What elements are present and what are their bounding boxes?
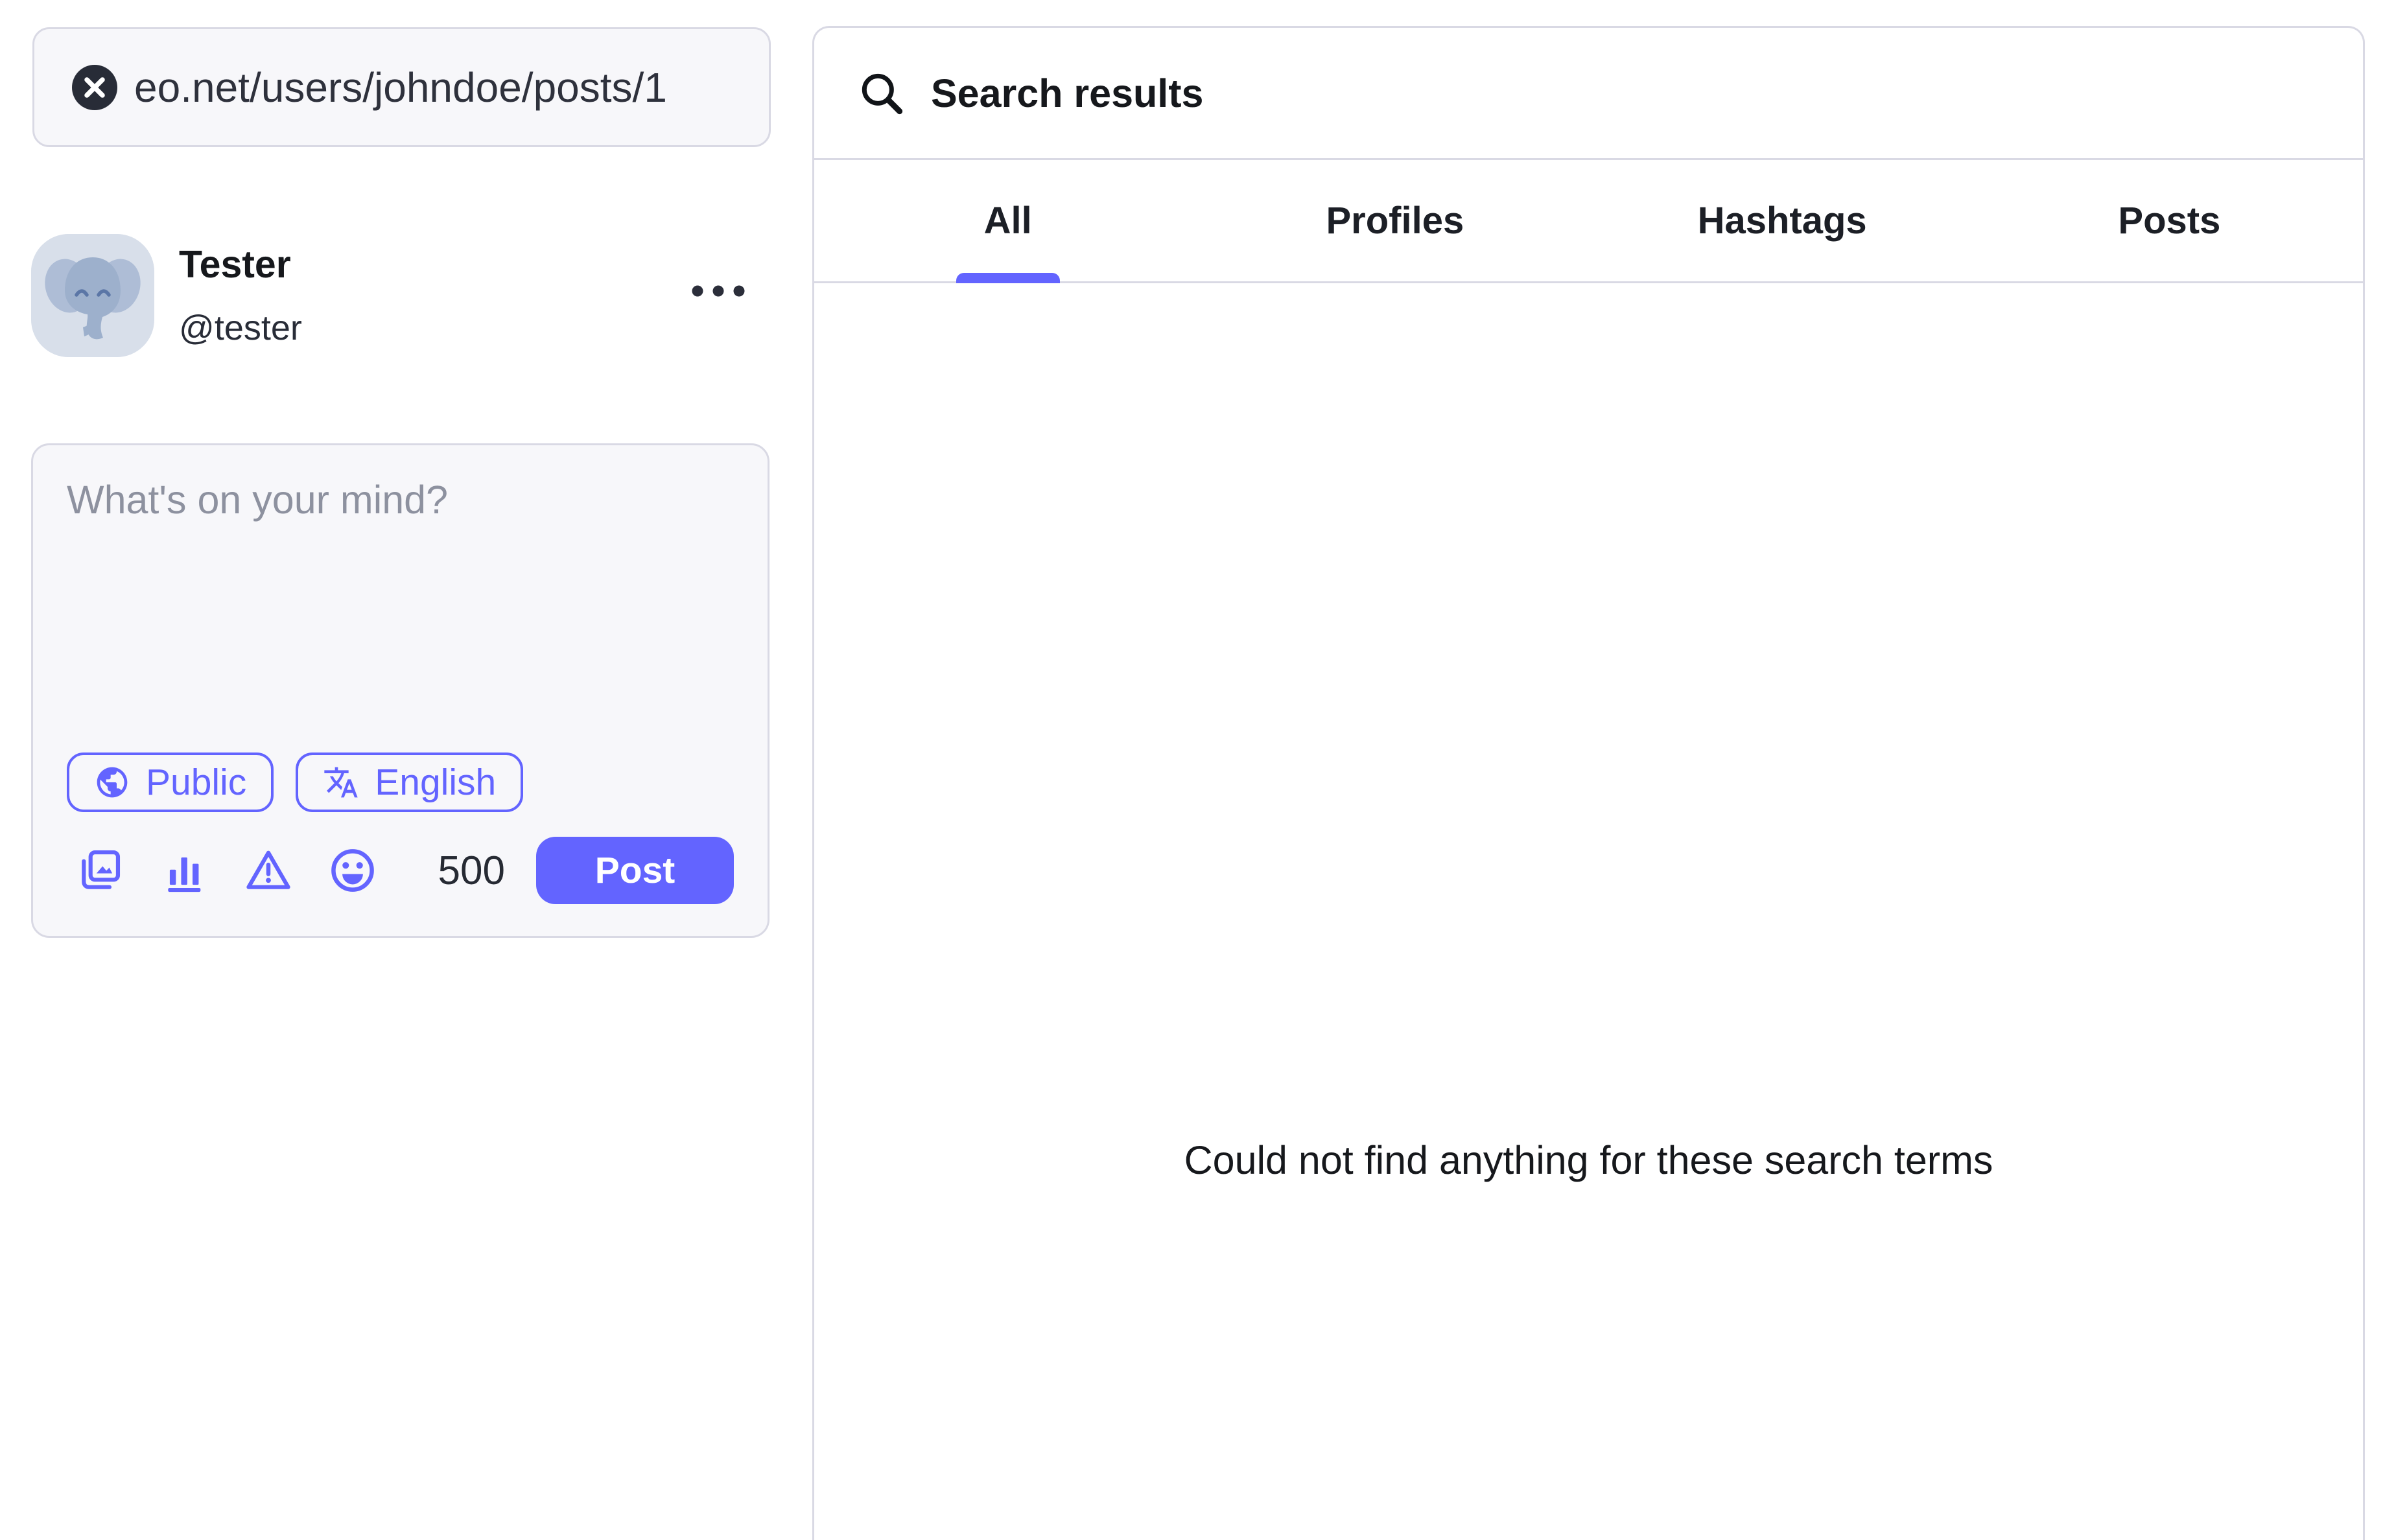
search-icon — [856, 67, 908, 119]
search-results-title: Search results — [931, 71, 1203, 116]
mastodon-elephant-icon — [31, 234, 154, 357]
tab-all-label: All — [984, 199, 1032, 242]
language-label: English — [375, 761, 496, 804]
translate-icon — [323, 764, 359, 800]
search-results-panel: Search results All Profiles Hashtags Pos… — [812, 26, 2365, 1540]
tab-posts-label: Posts — [2118, 199, 2220, 242]
tab-hashtags-label: Hashtags — [1698, 199, 1867, 242]
avatar[interactable] — [31, 234, 154, 357]
active-tab-underline — [956, 273, 1060, 283]
media-icon — [75, 845, 125, 896]
search-tabs: All Profiles Hashtags Posts — [814, 160, 2363, 283]
user-handle: @tester — [179, 308, 302, 348]
tab-posts[interactable]: Posts — [1976, 160, 2363, 281]
tab-hashtags[interactable]: Hashtags — [1589, 160, 1976, 281]
add-poll-button[interactable] — [159, 845, 209, 896]
compose-actions-row: 500 Post — [67, 835, 734, 906]
user-names: Tester @tester — [179, 242, 302, 348]
visibility-label: Public — [146, 761, 246, 804]
more-options-button[interactable] — [678, 268, 758, 314]
content-warning-button[interactable] — [243, 845, 294, 896]
compose-box: Public English — [31, 443, 769, 938]
tab-profiles[interactable]: Profiles — [1201, 160, 1588, 281]
content-warning-icon — [243, 845, 294, 896]
globe-icon — [94, 764, 130, 800]
compose-options-row: Public English — [67, 752, 523, 812]
character-count: 500 — [438, 848, 505, 894]
post-button[interactable]: Post — [536, 837, 734, 904]
app-screen: Tester @tester Public — [0, 0, 2396, 1540]
ellipsis-icon — [685, 280, 752, 302]
poll-icon — [159, 845, 209, 896]
search-results-header: Search results — [814, 28, 2363, 160]
clear-url-button[interactable] — [72, 65, 117, 110]
tab-all[interactable]: All — [814, 160, 1201, 281]
visibility-button[interactable]: Public — [67, 752, 274, 812]
compose-textarea[interactable] — [67, 475, 735, 734]
emoji-picker-button[interactable] — [327, 845, 378, 896]
emoji-icon — [327, 845, 378, 896]
display-name: Tester — [179, 242, 302, 286]
empty-results-message: Could not find anything for these search… — [814, 1138, 2363, 1183]
x-circle-icon — [72, 65, 117, 110]
search-results-body: Could not find anything for these search… — [814, 283, 2363, 1536]
attach-media-button[interactable] — [75, 845, 125, 896]
language-button[interactable]: English — [296, 752, 523, 812]
url-bar — [32, 27, 771, 147]
tab-profiles-label: Profiles — [1326, 199, 1464, 242]
url-input[interactable] — [134, 64, 740, 111]
